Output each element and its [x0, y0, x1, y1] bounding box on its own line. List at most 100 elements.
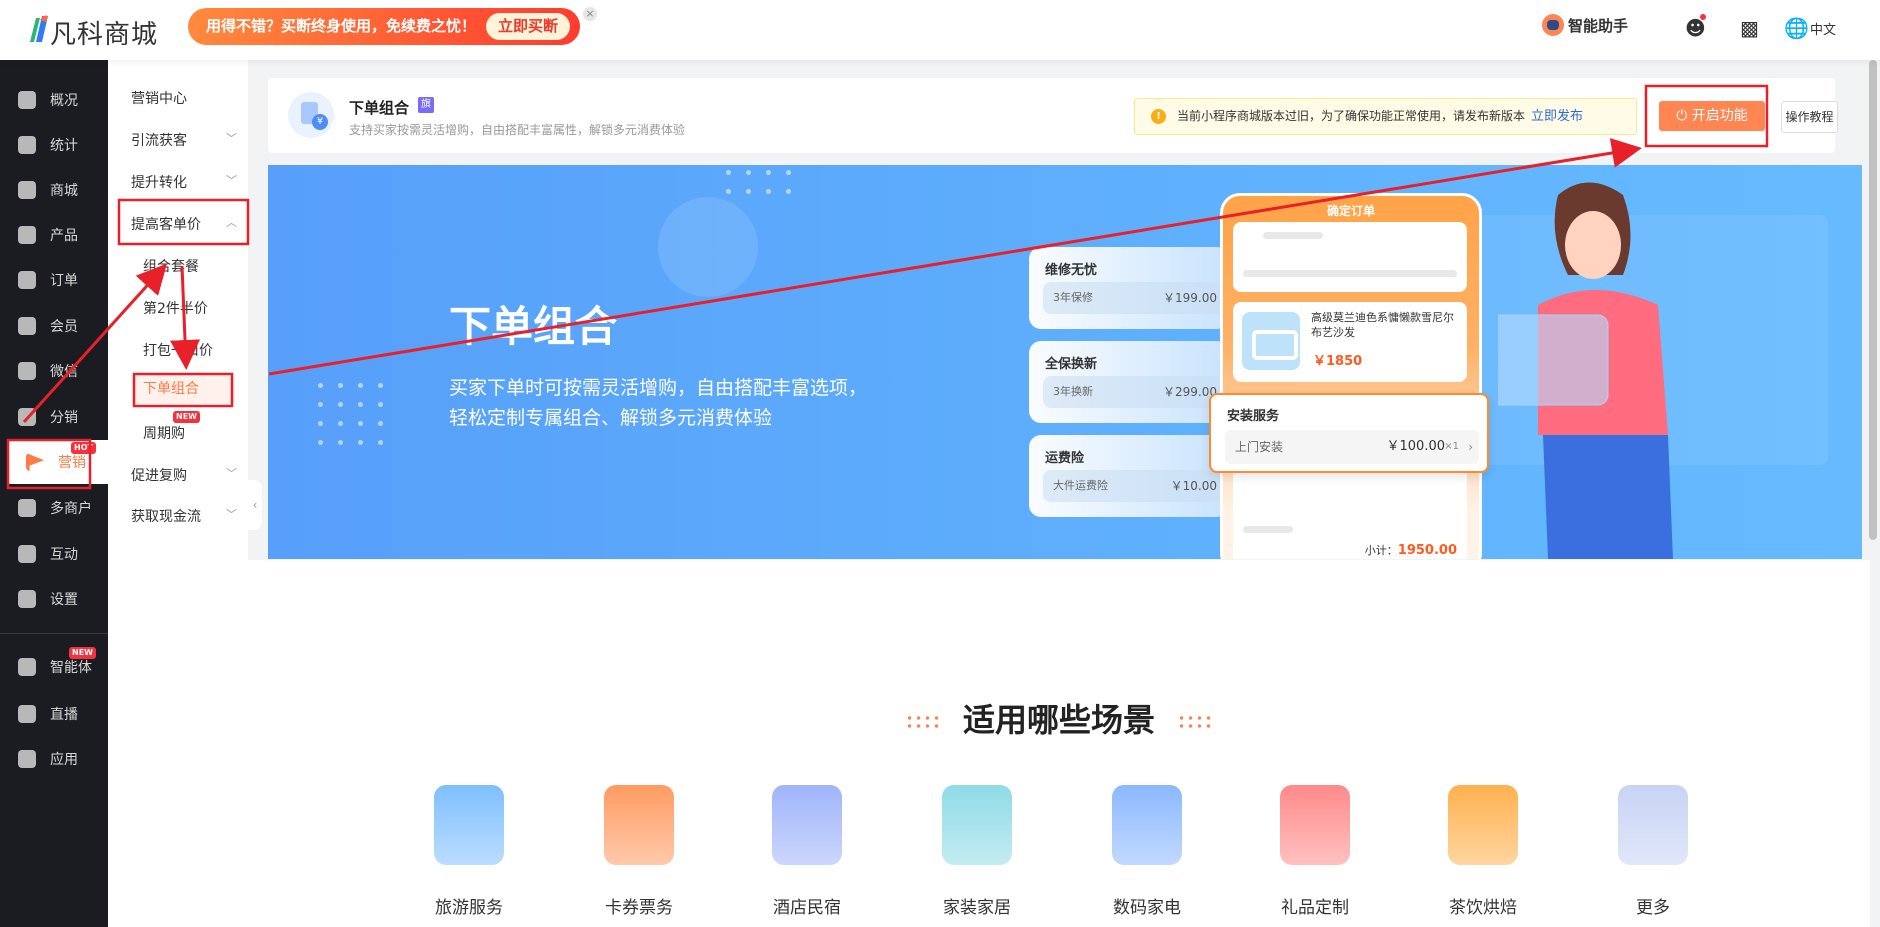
- assistant-label: 智能助手: [1568, 16, 1629, 35]
- nav-item-2[interactable]: 商城: [0, 168, 108, 212]
- collapse-sidebar-button[interactable]: ‹: [248, 480, 262, 530]
- scrollbar[interactable]: [1869, 60, 1877, 540]
- scenario-item[interactable]: 茶饮烘焙: [1423, 785, 1543, 918]
- addon-option-card: 运费险 大件运费险 ￥10.00: [1029, 435, 1229, 517]
- install-title: 安装服务: [1227, 409, 1280, 424]
- submenu-item-1[interactable]: 引流获客 ﹀: [131, 130, 237, 150]
- scenarios-section: 适用哪些场景 旅游服务 卡券票务 酒店民宿 家装家居 数码家电 礼品定制 茶饮烘焙 更多: [248, 560, 1870, 927]
- scenario-item[interactable]: 数码家电: [1087, 785, 1207, 918]
- nav-label: 直播: [50, 707, 78, 723]
- submenu-item-0[interactable]: 营销中心: [131, 88, 187, 108]
- submenu-child-2[interactable]: 打包一口价: [143, 340, 213, 360]
- enable-feature-button[interactable]: ⏻ 开启功能: [1659, 101, 1765, 131]
- new-badge: NEW: [173, 411, 200, 423]
- scenario-icon: [1112, 785, 1182, 865]
- subtotal: 小计：1950.00: [1364, 543, 1457, 558]
- language-switch[interactable]: 中文: [1810, 19, 1836, 38]
- nav-icon: [18, 705, 36, 723]
- scenarios-title: 适用哪些场景: [248, 695, 1870, 741]
- chevron-down-icon: ﹀: [226, 132, 237, 145]
- nav-item-7[interactable]: 分销: [0, 395, 108, 439]
- submenu-item-5[interactable]: 获取现金流 ﹀: [131, 506, 237, 526]
- nav-icon: [18, 271, 36, 289]
- nav-label: 互动: [50, 547, 78, 563]
- scenario-item[interactable]: 酒店民宿: [747, 785, 867, 918]
- scenario-icon: [604, 785, 674, 865]
- nav-item-1[interactable]: 统计: [0, 123, 108, 167]
- nav-item-5[interactable]: 会员: [0, 304, 108, 348]
- scenario-item[interactable]: 家装家居: [917, 785, 1037, 918]
- nav-label: 统计: [50, 138, 78, 154]
- order-combo-icon: [288, 92, 334, 138]
- submenu-child-1[interactable]: 第2件半价: [143, 298, 208, 318]
- feature-title: 下单组合: [349, 99, 410, 117]
- store-icon[interactable]: ▩: [1740, 16, 1759, 40]
- nav-item-11[interactable]: 设置: [0, 577, 108, 621]
- publish-now-link[interactable]: 立即发布: [1531, 109, 1583, 124]
- nav-item-4[interactable]: 订单: [0, 258, 108, 302]
- decor-dots: [726, 170, 792, 194]
- hero-title: 下单组合: [449, 302, 618, 351]
- scenario-item[interactable]: 卡券票务: [579, 785, 699, 918]
- globe-icon[interactable]: 🌐: [1784, 16, 1809, 40]
- nav-badge: HOT: [71, 442, 96, 454]
- scenario-item[interactable]: 旅游服务: [409, 785, 529, 918]
- warning-text: 当前小程序商城版本过旧，为了确保功能正常使用，请发布新版本: [1177, 109, 1526, 123]
- scenario-icon: [434, 785, 504, 865]
- nav-item-6[interactable]: 微信: [0, 349, 108, 393]
- hero-subtitle: 买家下单时可按需灵活增购，自由搭配丰富选项， 轻松定制专属组合、解锁多元消费体验: [449, 377, 868, 429]
- scenario-icon: [1280, 785, 1350, 865]
- submenu-child-4[interactable]: 周期购 NEW: [143, 411, 200, 443]
- feature-subtitle: 支持买家按需灵活增购，自由搭配丰富属性，解锁多元消费体验: [349, 123, 686, 137]
- nav-label: 微信: [50, 364, 78, 380]
- power-icon: ⏻: [1676, 108, 1692, 124]
- nav-item-9[interactable]: 多商户: [0, 486, 108, 530]
- marketing-submenu: 营销中心引流获客 ﹀ 提升转化 ﹀ 提高客单价 ︿ 促进复购 ﹀ 获取现金流 ﹀ 组合套餐第2件半价…: [108, 60, 248, 927]
- promo-text: 用得不错？买断终身使用，免续费之忧！: [206, 17, 477, 35]
- nav-label: 产品: [50, 228, 78, 244]
- chevron-down-icon: ﹀: [226, 508, 237, 521]
- submenu-child-0[interactable]: 组合套餐: [143, 256, 199, 276]
- submenu-item-3[interactable]: 提高客单价 ︿: [131, 214, 237, 234]
- top-header: 凡科商城 用得不错？买断终身使用，免续费之忧！ 立即买断 × 智能助手 ☻ ▩ 🌐…: [0, 0, 1880, 60]
- assistant-button[interactable]: 智能助手: [1542, 14, 1628, 36]
- person-illustration: [1498, 182, 1673, 559]
- logo-text: 凡科商城: [50, 20, 159, 50]
- nav-icon: [18, 181, 36, 199]
- nav-icon: [26, 453, 44, 471]
- submenu-item-4[interactable]: 促进复购 ﹀: [131, 465, 237, 485]
- promo-banner[interactable]: 用得不错？买断终身使用，免续费之忧！ 立即买断: [188, 8, 580, 45]
- tutorial-button[interactable]: 操作教程: [1781, 101, 1838, 133]
- nav-item-12[interactable]: 智能体 NEW: [0, 645, 108, 689]
- nav-label: 营销: [58, 455, 86, 471]
- submenu-child-3[interactable]: 下单组合: [135, 374, 235, 404]
- decor-dots: [318, 383, 384, 445]
- nav-label: 多商户: [50, 501, 92, 517]
- nav-icon: [18, 545, 36, 563]
- nav-icon: [18, 499, 36, 517]
- nav-label: 分销: [50, 410, 78, 426]
- nav-icon: [18, 590, 36, 608]
- nav-item-8[interactable]: 营销 HOT: [8, 440, 108, 484]
- scenario-item[interactable]: 更多: [1593, 785, 1713, 918]
- nav-item-3[interactable]: 产品: [0, 213, 108, 257]
- nav-item-14[interactable]: 应用: [0, 737, 108, 781]
- scenario-item[interactable]: 礼品定制: [1255, 785, 1375, 918]
- submenu-item-2[interactable]: 提升转化 ﹀: [131, 172, 237, 192]
- nav-label: 订单: [50, 273, 78, 289]
- nav-item-13[interactable]: 直播: [0, 692, 108, 736]
- user-icon[interactable]: ☻: [1685, 14, 1706, 40]
- buyout-button[interactable]: 立即买断: [485, 13, 570, 40]
- nav-label: 应用: [50, 752, 78, 768]
- phone-title: 确定订单: [1326, 204, 1375, 218]
- nav-icon: [18, 362, 36, 380]
- nav-item-0[interactable]: 概况: [0, 78, 108, 122]
- install-option: 上门安装 ￥100.00 ×1 ›: [1225, 430, 1479, 464]
- close-icon[interactable]: ×: [583, 7, 597, 21]
- product-price: ￥1850: [1313, 354, 1363, 369]
- warning-icon: !: [1151, 109, 1166, 124]
- scenario-icon: [942, 785, 1012, 865]
- nav-badge: NEW: [69, 647, 96, 659]
- nav-label: 概况: [50, 93, 78, 109]
- nav-item-10[interactable]: 互动: [0, 532, 108, 576]
